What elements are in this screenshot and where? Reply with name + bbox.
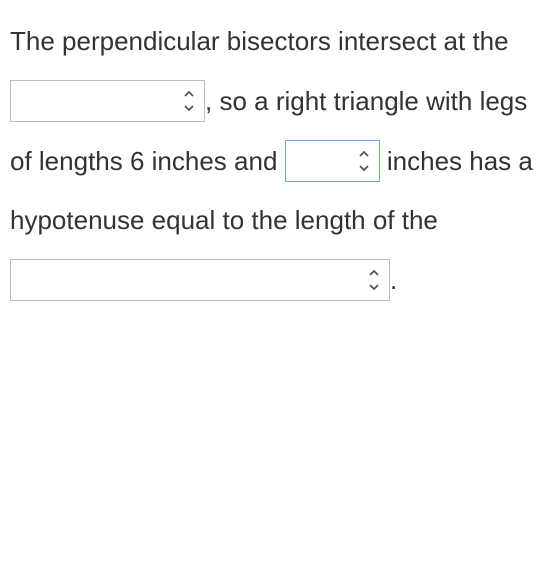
chevron-up-down-icon	[367, 269, 381, 291]
chevron-up-down-icon	[182, 90, 196, 112]
dropdown-3[interactable]	[10, 259, 390, 301]
chevron-up-down-icon	[357, 150, 371, 172]
dropdown-1[interactable]	[10, 80, 205, 122]
text-part-4: .	[390, 265, 397, 295]
dropdown-2[interactable]	[285, 140, 380, 182]
sentence-block: The perpendicular bisectors intersect at…	[10, 12, 541, 311]
text-part-1: The perpendicular bisectors intersect at…	[10, 26, 509, 56]
